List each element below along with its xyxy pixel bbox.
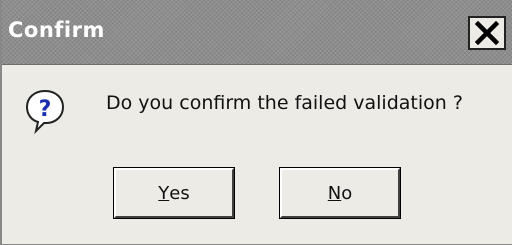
title-bar[interactable]: Confirm (2, 0, 512, 65)
yes-button-accesskey: Y (158, 182, 170, 204)
no-button-accesskey: N (327, 182, 342, 204)
question-icon: ? (24, 88, 66, 135)
dialog-title: Confirm (8, 18, 105, 42)
yes-button-label: es (169, 182, 190, 204)
close-button[interactable] (468, 16, 506, 50)
no-button-label: o (341, 182, 353, 204)
close-icon (474, 21, 500, 45)
dialog-message: Do you confirm the failed validation ? (106, 92, 463, 114)
no-button[interactable]: No (279, 167, 401, 219)
yes-button[interactable]: Yes (113, 167, 235, 219)
svg-text:?: ? (39, 97, 52, 122)
confirm-dialog: Confirm ? Do you confirm the failed vali… (0, 0, 512, 245)
